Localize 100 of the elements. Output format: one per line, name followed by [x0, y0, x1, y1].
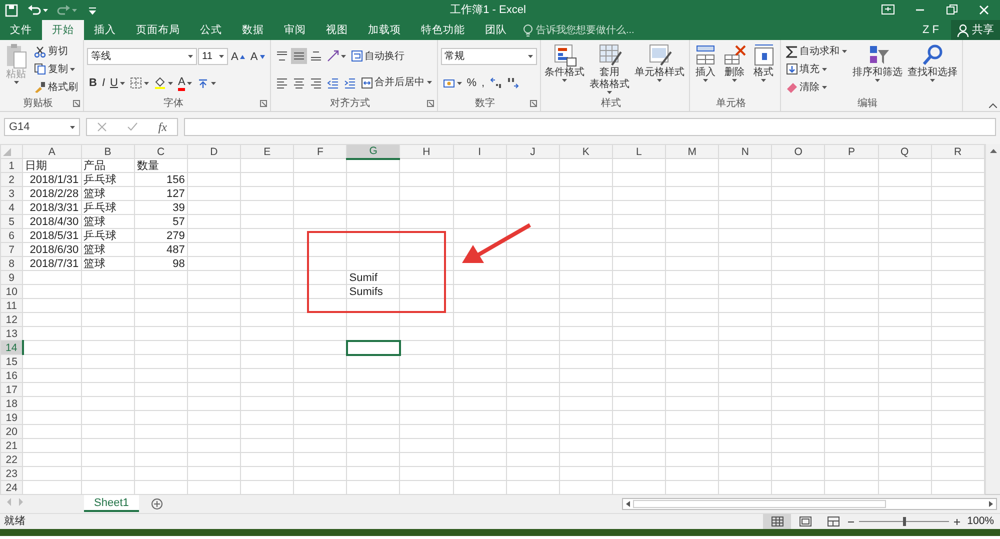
ribbon-button[interactable]: 套用 表格格式 [588, 43, 631, 96]
row-header[interactable]: 16 [0, 368, 23, 382]
collapse-icon[interactable] [989, 103, 997, 108]
ribbon-button[interactable]: 复制 [32, 61, 77, 78]
row-header[interactable]: 17 [0, 382, 23, 396]
font-size-button[interactable]: A [248, 48, 267, 64]
ribbon-tab[interactable]: 公式 [190, 20, 232, 40]
toolbar-button[interactable] [488, 75, 504, 91]
ribbon-tab[interactable]: 文件 [0, 20, 42, 40]
column-header[interactable]: E [240, 144, 294, 158]
column-header[interactable]: C [134, 144, 188, 158]
ribbon-tab[interactable]: 团队 [475, 20, 517, 40]
format-button[interactable]: I [100, 75, 108, 91]
share-button[interactable]: 共享 [951, 20, 1000, 40]
column-header[interactable]: Q [878, 144, 932, 158]
dialog-launcher-icon[interactable] [73, 100, 80, 107]
toolbar-button[interactable] [290, 48, 307, 64]
column-header[interactable]: D [187, 144, 241, 158]
tell-me-field[interactable]: 告诉我您想要做什么... [523, 22, 634, 38]
row-header[interactable]: 12 [0, 312, 23, 326]
checkmark-icon[interactable] [127, 122, 138, 132]
ribbon-display-icon[interactable] [881, 3, 895, 17]
zoom-in-icon[interactable] [953, 518, 962, 526]
formula-input[interactable] [184, 118, 996, 136]
column-header[interactable]: O [772, 144, 825, 158]
column-header[interactable]: R [931, 144, 984, 158]
row-header[interactable]: 15 [0, 354, 23, 368]
ribbon-button[interactable]: 排序和筛选 [852, 43, 904, 96]
column-header[interactable]: B [81, 144, 134, 158]
ribbon-button[interactable]: 单元格样式 [634, 43, 686, 96]
row-header[interactable]: 11 [0, 298, 23, 312]
format-button[interactable]: , [479, 75, 487, 91]
column-header[interactable]: M [666, 144, 719, 158]
column-header[interactable]: H [400, 144, 454, 158]
row-header[interactable]: 19 [0, 410, 23, 424]
insert-function-button[interactable]: fx [158, 118, 167, 136]
row-header[interactable]: 8 [0, 256, 23, 270]
ribbon-button[interactable]: 格式刷 [32, 79, 80, 96]
close-icon[interactable] [977, 3, 991, 17]
column-header[interactable]: G [346, 144, 400, 158]
row-header[interactable]: 13 [0, 326, 23, 340]
row-header[interactable]: 9 [0, 270, 23, 284]
row-header[interactable]: 6 [0, 228, 23, 242]
column-header[interactable]: A [22, 144, 82, 158]
horizontal-scrollbar[interactable] [622, 498, 997, 510]
toolbar-button[interactable] [128, 75, 151, 91]
dropdown-field[interactable]: 11 [198, 48, 228, 65]
row-header[interactable]: 18 [0, 396, 23, 410]
row-header[interactable]: 23 [0, 466, 23, 480]
ribbon-button[interactable]: 格式 [750, 43, 777, 96]
add-sheet-icon[interactable] [150, 498, 163, 510]
row-header[interactable]: 20 [0, 424, 23, 438]
ribbon-button[interactable]: 合并后居中 [358, 74, 434, 91]
dialog-launcher-icon[interactable] [530, 100, 537, 107]
ribbon-button[interactable]: 查找和选择 [906, 43, 959, 96]
font-size-button[interactable]: A [229, 48, 248, 64]
row-header[interactable]: 10 [0, 284, 23, 298]
ribbon-button[interactable]: 清除 [784, 79, 829, 96]
ribbon-button[interactable]: 条件格式 [544, 43, 586, 96]
ribbon-tab[interactable]: 特色功能 [411, 20, 475, 40]
column-header[interactable]: N [718, 144, 772, 158]
ribbon-button[interactable]: 自动求和 [784, 44, 849, 60]
row-header[interactable]: 3 [0, 186, 23, 200]
ribbon-button[interactable]: 插入 [692, 43, 719, 96]
row-header[interactable]: 14 [0, 340, 23, 354]
dialog-launcher-icon[interactable] [260, 100, 267, 107]
column-header[interactable]: P [824, 144, 878, 158]
column-header[interactable]: J [506, 144, 560, 158]
zoom-slider-thumb[interactable] [903, 517, 906, 526]
format-button[interactable]: % [464, 75, 478, 91]
column-header[interactable]: K [559, 144, 612, 158]
ribbon-tab[interactable]: 视图 [316, 20, 358, 40]
dropdown-field[interactable]: 常规 [440, 48, 537, 65]
dropdown-field[interactable]: 等线 [87, 48, 197, 65]
ribbon-tab[interactable]: 数据 [232, 20, 274, 40]
row-header[interactable]: 22 [0, 452, 23, 466]
ribbon-button[interactable]: 填充 [784, 61, 829, 78]
row-header[interactable]: 2 [0, 172, 23, 186]
ribbon-tab[interactable]: 插入 [84, 20, 126, 40]
column-header[interactable]: I [453, 144, 506, 158]
ribbon-tab[interactable]: 加载项 [358, 20, 411, 40]
column-header[interactable]: F [294, 144, 347, 158]
sheet-tab[interactable]: Sheet1 [84, 495, 139, 512]
row-header[interactable]: 24 [0, 480, 23, 494]
ribbon-tab[interactable]: 页面布局 [126, 20, 190, 40]
name-box[interactable]: G14 [4, 118, 80, 136]
ribbon-tab[interactable]: 审阅 [274, 20, 316, 40]
ribbon-tab[interactable]: 开始 [42, 20, 84, 40]
column-header[interactable]: L [612, 144, 666, 158]
dialog-launcher-icon[interactable] [426, 100, 434, 107]
selected-cell[interactable] [346, 340, 400, 354]
row-header[interactable]: 5 [0, 214, 23, 228]
view-button[interactable] [763, 514, 792, 529]
format-button[interactable]: U [108, 75, 127, 91]
font-color-button[interactable]: A [176, 75, 194, 91]
zoom-level[interactable]: 100% [967, 514, 994, 530]
row-header[interactable]: 21 [0, 438, 23, 452]
row-header[interactable]: 4 [0, 200, 23, 214]
restore-icon[interactable] [945, 3, 959, 17]
ribbon-button[interactable]: 删除 [722, 43, 748, 96]
